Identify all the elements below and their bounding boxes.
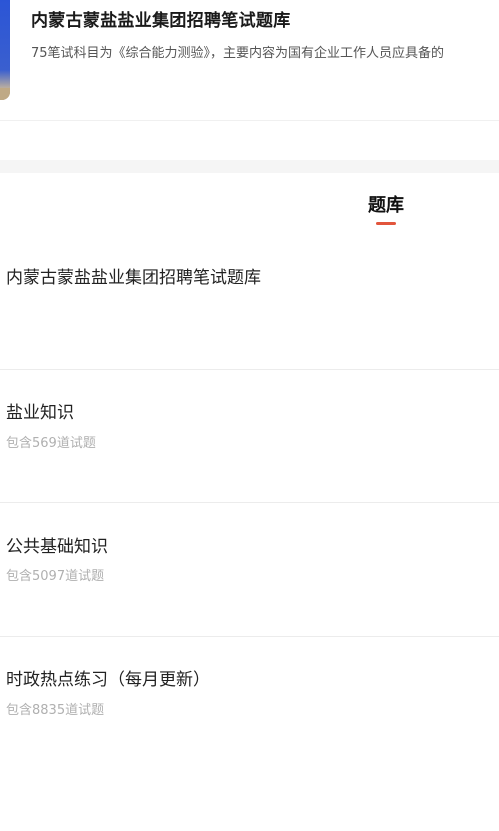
course-description: 75笔试科目为《综合能力测验》，主要内容为国有企业工作人员应具备的 bbox=[31, 46, 445, 61]
list-item-title: 公共基础知识 bbox=[6, 537, 108, 557]
header-divider bbox=[0, 120, 499, 121]
divider bbox=[0, 636, 499, 637]
question-bank-title: 内蒙古蒙盐盐业集团招聘笔试题库 bbox=[6, 268, 261, 288]
divider bbox=[0, 369, 499, 370]
list-item-title: 盐业知识 bbox=[6, 403, 74, 423]
active-tab-indicator bbox=[376, 222, 396, 225]
divider bbox=[0, 502, 499, 503]
tab-question-bank[interactable]: 题库 bbox=[356, 191, 416, 217]
list-item-count: 包含8835道试题 bbox=[6, 703, 105, 718]
course-header: 内蒙古蒙盐盐业集团招聘笔试题库 75笔试科目为《综合能力测验》，主要内容为国有企… bbox=[0, 0, 499, 120]
list-item-count: 包含5097道试题 bbox=[6, 569, 105, 584]
section-separator bbox=[0, 160, 499, 173]
course-cover-image bbox=[0, 0, 10, 100]
list-item-title: 时政热点练习（每月更新） bbox=[6, 670, 210, 690]
tab-bar: 题库 bbox=[0, 173, 499, 233]
course-title: 内蒙古蒙盐盐业集团招聘笔试题库 bbox=[31, 11, 291, 31]
cover-stripe bbox=[0, 88, 10, 100]
list-item-count: 包含569道试题 bbox=[6, 436, 96, 451]
